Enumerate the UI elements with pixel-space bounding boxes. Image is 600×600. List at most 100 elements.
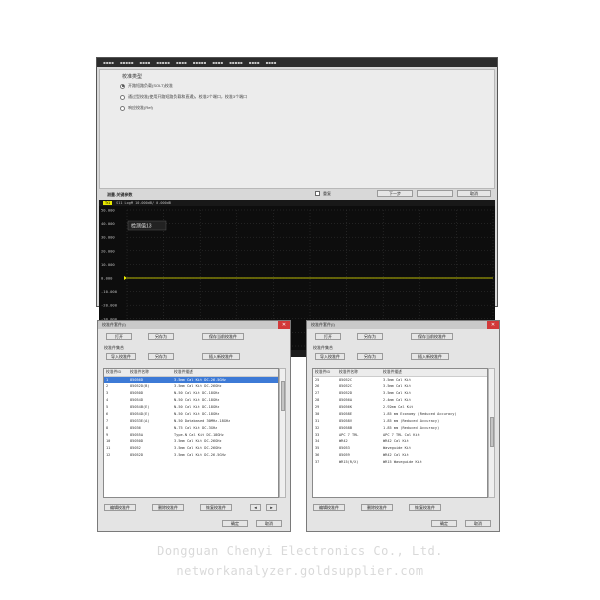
menu-item[interactable]: ▪▪▪▪▪	[120, 60, 134, 65]
column-header[interactable]: 校准件名称	[337, 369, 381, 377]
table-row[interactable]: 28 85056A 2.4mm Cal Kit	[313, 397, 487, 404]
table-row[interactable]: 34 WR42 WR42 Cal Kit	[313, 438, 487, 445]
menu-item[interactable]: ▪▪▪▪	[249, 60, 260, 65]
column-header[interactable]: 校准件名称	[128, 369, 172, 377]
move-up-button[interactable]: ◄	[250, 504, 261, 511]
repeat-checkbox-label: 重复	[323, 191, 331, 196]
scrollbar-thumb[interactable]	[281, 381, 285, 411]
table-row[interactable]: 32 85058B 1.85 mm (Reduced Accuracy)	[313, 424, 487, 431]
ok-button[interactable]: 确定	[222, 520, 248, 527]
table-row[interactable]: 30 85058E 1.85 mm Economy (Reduced Accurac…	[313, 410, 487, 417]
trace-tag[interactable]: Tr1	[103, 201, 113, 205]
edit-kit-button[interactable]: 编辑校准件	[104, 504, 136, 511]
column-header[interactable]: 校准件ID	[104, 369, 128, 377]
calkit-dialog-right: 校准件套件(I) ✕ 打开 另存为 保存当前校准件 校准件集合 导入校准件 另存…	[306, 320, 500, 532]
table-row[interactable]: 7 85033E(A) N-50 Databased 30MHz-18GHz	[104, 417, 278, 424]
table-row[interactable]: 29 85056K 2.92mm Cal Kit	[313, 404, 487, 411]
close-icon[interactable]: ✕	[487, 321, 499, 329]
table-cell: 85058E	[339, 411, 352, 416]
table-row[interactable]: 35 85053 Waveguide Kit	[313, 445, 487, 452]
table-row[interactable]: 12 85052D 3.5mm Cal Kit DC-26.5GHz	[104, 452, 278, 459]
save-as-button[interactable]: 另存为	[357, 333, 383, 340]
table-cell: 3.5mm Cal Kit	[383, 377, 412, 382]
move-down-button[interactable]: ►	[266, 504, 277, 511]
restore-kit-button[interactable]: 恢复校准件	[200, 504, 232, 511]
table-cell: 85052D(B)	[130, 384, 150, 389]
save-current-kit-button[interactable]: 保存当前校准件	[202, 333, 244, 340]
repeat-checkbox[interactable]	[315, 191, 320, 196]
import-kit-button[interactable]: 导入校准件	[106, 353, 136, 360]
radio-option-solt[interactable]: 开路短路负载(SOLT)校准	[120, 83, 173, 89]
table-row[interactable]: 11 85052 3.5mm Cal Kit DC-26GHz	[104, 445, 278, 452]
radio-option-thru[interactable]: 通过型校准(使用开路短路负载和直通)，校准2个端口，校准3个端口	[120, 94, 247, 100]
table-cell: 85056D	[128, 376, 172, 383]
save-as-button-2[interactable]: 另存为	[148, 353, 174, 360]
column-header[interactable]: 校准件ID	[313, 369, 337, 377]
table-row[interactable]: 5 85054B(E) N-50 Cal Kit DC-18GHz	[104, 404, 278, 411]
save-as-button[interactable]: 另存为	[148, 333, 174, 340]
column-header[interactable]: 校准件描述	[172, 369, 278, 377]
menu-item[interactable]: ▪▪▪▪	[265, 60, 276, 65]
delete-kit-button[interactable]: 删除校准件	[361, 504, 393, 511]
table-row[interactable]: 10 85050D 3.5mm Cal Kit DC-26GHz	[104, 438, 278, 445]
open-button[interactable]: 打开	[315, 333, 341, 340]
radio-button[interactable]	[120, 94, 125, 100]
table-row[interactable]: 6 85054D(E) N-50 Cal Kit DC-18GHz	[104, 410, 278, 417]
radio-button[interactable]	[120, 105, 125, 111]
table-row[interactable]: 33 APC 7 TRL APC 7 TRL Cal Kit	[313, 431, 487, 438]
y-tick-label: -20.000	[101, 303, 118, 308]
import-kit-button[interactable]: 导入校准件	[315, 353, 345, 360]
table-row[interactable]: 1 85056D 3.5mm Cal Kit DC-26.5GHz	[104, 376, 278, 383]
table-cell: 85052C	[339, 384, 352, 389]
table-cell: 7	[106, 418, 109, 423]
table-row[interactable]: 8 85036 N-75 Cal Kit DC-3GHz	[104, 424, 278, 431]
save-current-kit-button[interactable]: 保存当前校准件	[411, 333, 453, 340]
table-cell: 3.5mm Cal Kit DC-26.5GHz	[174, 453, 226, 458]
menu-item[interactable]: ▪▪▪▪	[212, 60, 223, 65]
table-scrollbar[interactable]	[279, 368, 286, 498]
table-row[interactable]: 3 85050D N-50 Cal Kit DC-18GHz	[104, 390, 278, 397]
scrollbar-thumb[interactable]	[490, 417, 494, 447]
delete-kit-button[interactable]: 删除校准件	[152, 504, 184, 511]
blank-button[interactable]	[417, 190, 453, 197]
table-cell: 29	[315, 405, 320, 409]
open-button[interactable]: 打开	[106, 333, 132, 340]
menu-item[interactable]: ▪▪▪▪	[103, 60, 114, 65]
table-row[interactable]: 4 85054D N-50 Cal Kit DC-18GHz	[104, 397, 278, 404]
table-row[interactable]: 36 85059 WR42 Cal Kit	[313, 452, 487, 459]
table-row[interactable]: 26 85052C 3.5mm Cal Kit	[313, 383, 487, 390]
close-icon[interactable]: ✕	[278, 321, 290, 329]
menu-item[interactable]: ▪▪▪▪▪	[229, 60, 243, 65]
table-cell: 3.5mm Cal Kit DC-26GHz	[174, 384, 222, 389]
table-cell: 8	[106, 425, 109, 430]
next-button[interactable]: 下一步	[377, 190, 413, 197]
table-cell: WR42	[339, 439, 348, 444]
menu-item[interactable]: ▪▪▪▪	[139, 60, 150, 65]
table-cell: 2.4mm Cal Kit	[383, 398, 412, 403]
table-scrollbar[interactable]	[488, 368, 495, 498]
table-cell: APC 7 TRL Cal Kit	[383, 432, 420, 437]
table-row[interactable]: 27 85052D 3.5mm Cal Kit	[313, 390, 487, 397]
menu-item[interactable]: ▪▪▪▪▪	[193, 60, 207, 65]
edit-kit-button[interactable]: 编辑校准件	[313, 504, 345, 511]
table-row[interactable]: 9 85055A Type-N Cal Kit DC-18GHz	[104, 431, 278, 438]
insert-new-kit-button[interactable]: 插入新校准件	[202, 353, 240, 360]
ok-button[interactable]: 确定	[431, 520, 457, 527]
cancel-button[interactable]: 取消	[465, 520, 491, 527]
restore-kit-button[interactable]: 恢复校准件	[409, 504, 441, 511]
table-row[interactable]: 37 WR15(R/X) WR15 Waveguide Kit	[313, 459, 487, 466]
menu-item[interactable]: ▪▪▪▪	[176, 60, 187, 65]
column-header[interactable]: 校准件描述	[381, 369, 487, 377]
save-as-button-2[interactable]: 另存为	[357, 353, 383, 360]
table-row[interactable]: 31 85058V 1.85 mm (Reduced Accuracy)	[313, 417, 487, 424]
table-cell: APC 7 TRL	[339, 432, 359, 437]
cancel-button[interactable]: 取消	[457, 190, 491, 197]
table-cell: Waveguide Kit	[383, 446, 412, 451]
insert-new-kit-button[interactable]: 插入新校准件	[411, 353, 449, 360]
menu-item[interactable]: ▪▪▪▪▪	[156, 60, 170, 65]
table-row[interactable]: 2 85052D(B) 3.5mm Cal Kit DC-26GHz	[104, 383, 278, 390]
cancel-button[interactable]: 取消	[256, 520, 282, 527]
radio-button[interactable]	[120, 83, 125, 89]
radio-option-response[interactable]: 响应校准(Ref)	[120, 105, 153, 111]
table-row[interactable]: 25 85052C 3.5mm Cal Kit	[313, 376, 487, 383]
